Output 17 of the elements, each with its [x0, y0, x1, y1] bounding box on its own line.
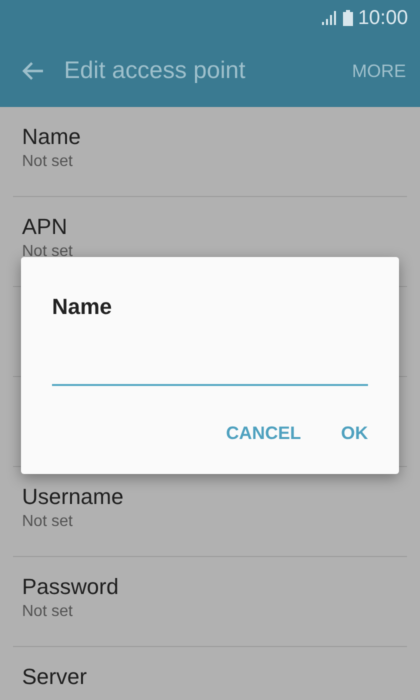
screen-title: Edit access point [64, 56, 246, 86]
more-button[interactable]: MORE [352, 58, 406, 84]
dialog-button[interactable]: OK [341, 420, 368, 447]
signal-icon [322, 10, 338, 24]
setting-label: Password [22, 573, 120, 601]
setting-value: Not set [22, 602, 74, 622]
setting-value: Not set [22, 152, 74, 172]
setting-value: Not set [22, 242, 74, 262]
battery-icon [342, 10, 353, 26]
clock: 10:00 [358, 6, 408, 30]
dialog-button[interactable]: CANCEL [226, 420, 301, 447]
setting-label: Server [22, 663, 88, 691]
dialog-title: Name [52, 293, 113, 321]
setting-label: Username [22, 483, 124, 511]
setting-label: APN [22, 213, 68, 241]
setting-value: Not set [22, 512, 74, 532]
setting-label: Name [22, 123, 82, 151]
